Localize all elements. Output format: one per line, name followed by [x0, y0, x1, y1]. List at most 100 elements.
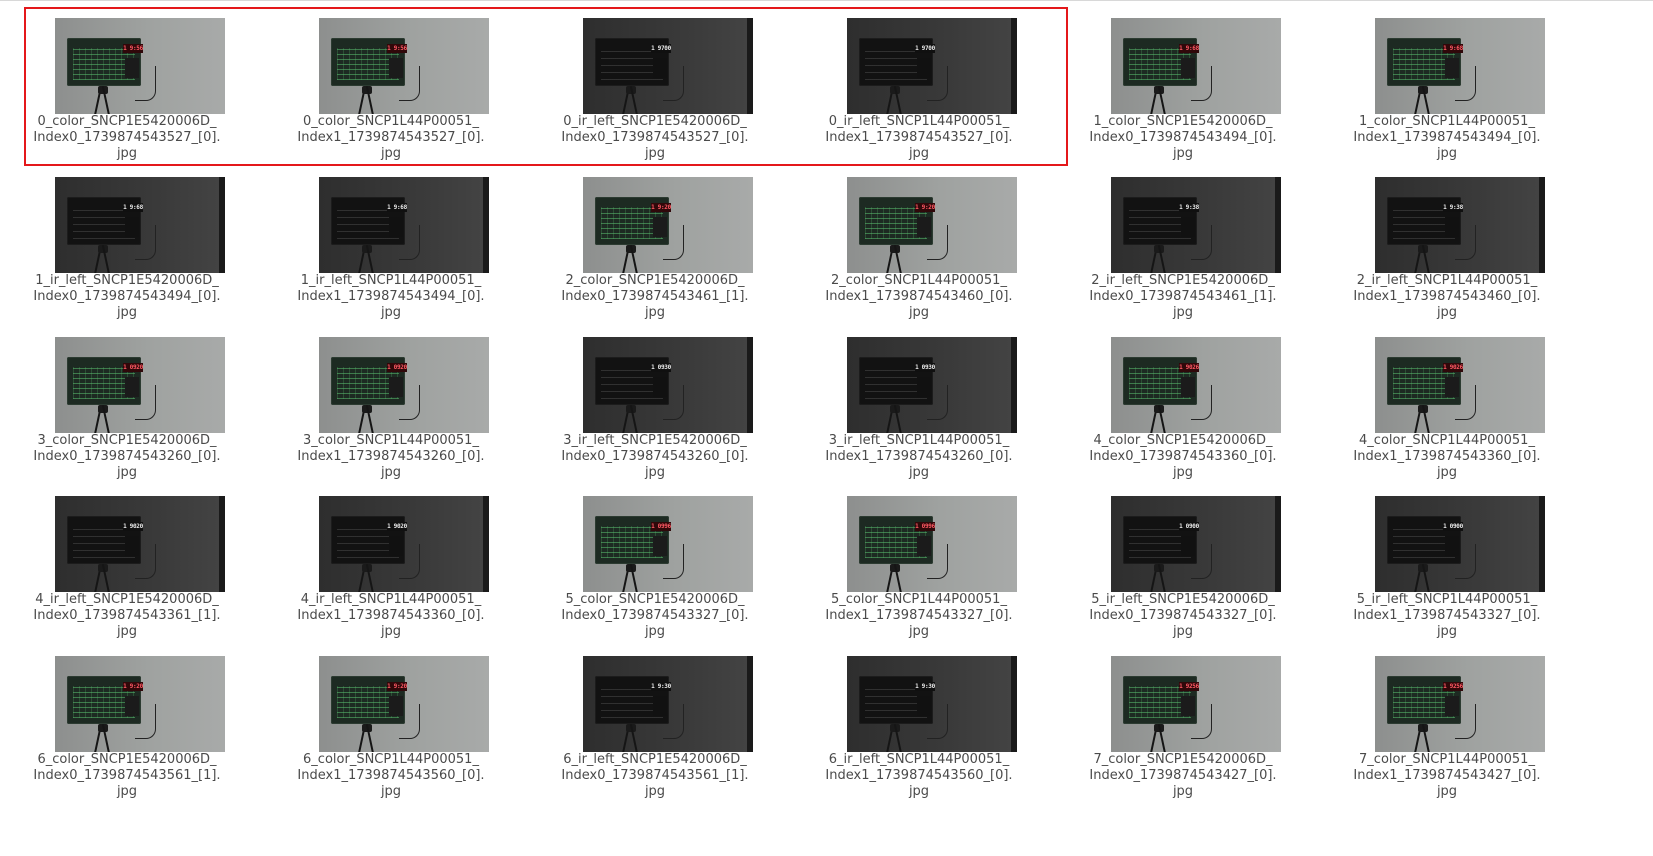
- thumbnail-cable: [135, 544, 156, 579]
- file-item[interactable]: 1 9:38 2_ir_left_SNCP1L44P00051_ Index1_1…: [1316, 177, 1578, 337]
- image-thumbnail[interactable]: 1 9256: [1111, 656, 1281, 752]
- thumbnail-tripod: [1151, 564, 1165, 592]
- file-item[interactable]: 1 9:20 6_color_SNCP1E5420006D_ Index0_173…: [0, 656, 258, 816]
- thumbnail-tripod: [887, 564, 901, 592]
- image-thumbnail[interactable]: 1 9:20: [55, 656, 225, 752]
- image-thumbnail[interactable]: 1 9:20: [847, 177, 1017, 273]
- image-thumbnail[interactable]: 1 9256: [1375, 656, 1545, 752]
- file-name-label: 2_color_SNCP1E5420006D_ Index0_173987454…: [561, 273, 749, 320]
- image-thumbnail[interactable]: 1 0900: [1375, 496, 1545, 592]
- thumbnail-cable: [1455, 544, 1476, 579]
- image-thumbnail[interactable]: 1 9:30: [583, 656, 753, 752]
- image-thumbnail[interactable]: 1 9:68: [1375, 18, 1545, 114]
- file-item[interactable]: 1 9020 4_ir_left_SNCP1E5420006D_ Index0_1…: [0, 496, 258, 656]
- thumbnail-tripod: [95, 86, 109, 114]
- thumbnail-display-readout: 1 9700: [651, 44, 671, 53]
- image-thumbnail[interactable]: 1 9:38: [1111, 177, 1281, 273]
- image-thumbnail[interactable]: 1 9:30: [847, 656, 1017, 752]
- image-thumbnail[interactable]: 1 0996: [847, 496, 1017, 592]
- file-item[interactable]: 1 9:30 6_ir_left_SNCP1L44P00051_ Index1_1…: [788, 656, 1050, 816]
- thumbnail-edge: [747, 656, 753, 752]
- file-item[interactable]: 1 9256 7_color_SNCP1E5420006D_ Index0_173…: [1052, 656, 1314, 816]
- image-thumbnail[interactable]: 1 0930: [583, 337, 753, 433]
- file-item[interactable]: 1 0900 5_ir_left_SNCP1L44P00051_ Index1_1…: [1316, 496, 1578, 656]
- file-name-label: 0_color_SNCP1E5420006D_ Index0_173987454…: [33, 114, 221, 161]
- file-item[interactable]: 1 9:38 2_ir_left_SNCP1E5420006D_ Index0_1…: [1052, 177, 1314, 337]
- file-item[interactable]: 1 9:68 1_color_SNCP1L44P00051_ Index1_173…: [1316, 18, 1578, 178]
- image-thumbnail[interactable]: 1 9020: [319, 496, 489, 592]
- file-name-label: 1_color_SNCP1L44P00051_ Index1_173987454…: [1353, 114, 1541, 161]
- file-item[interactable]: 1 0930 3_ir_left_SNCP1L44P00051_ Index1_1…: [788, 337, 1050, 497]
- file-item[interactable]: 1 0900 5_ir_left_SNCP1E5420006D_ Index0_1…: [1052, 496, 1314, 656]
- file-item[interactable]: 1 9:20 2_color_SNCP1E5420006D_ Index0_173…: [524, 177, 786, 337]
- file-item[interactable]: 1 9:56 0_color_SNCP1L44P00051_ Index1_173…: [260, 18, 522, 178]
- thumbnail-edge: [747, 18, 753, 114]
- file-item[interactable]: 1 9:30 6_ir_left_SNCP1E5420006D_ Index0_1…: [524, 656, 786, 816]
- thumbnail-cable: [399, 66, 420, 101]
- thumbnail-cable: [1191, 385, 1212, 420]
- file-icon-grid[interactable]: 1 9:56 0_color_SNCP1E5420006D_ Index0_173…: [0, 0, 1653, 856]
- file-item[interactable]: 1 9256 7_color_SNCP1L44P00051_ Index1_173…: [1316, 656, 1578, 816]
- file-item[interactable]: 1 9026 4_color_SNCP1L44P00051_ Index1_173…: [1316, 337, 1578, 497]
- image-thumbnail[interactable]: 1 9026: [1111, 337, 1281, 433]
- file-item[interactable]: 1 9700 0_ir_left_SNCP1E5420006D_ Index0_1…: [524, 18, 786, 178]
- thumbnail-cable: [399, 225, 420, 260]
- image-thumbnail[interactable]: 1 0920: [55, 337, 225, 433]
- file-item[interactable]: 1 0920 3_color_SNCP1E5420006D_ Index0_173…: [0, 337, 258, 497]
- file-item[interactable]: 1 9:68 1_ir_left_SNCP1E5420006D_ Index0_1…: [0, 177, 258, 337]
- file-item[interactable]: 1 0996 5_color_SNCP1E5420006D_ Index0_173…: [524, 496, 786, 656]
- file-name-label: 6_ir_left_SNCP1E5420006D_ Index0_1739874…: [561, 752, 749, 799]
- file-item[interactable]: 1 0996 5_color_SNCP1L44P00051_ Index1_173…: [788, 496, 1050, 656]
- file-item[interactable]: 1 0930 3_ir_left_SNCP1E5420006D_ Index0_1…: [524, 337, 786, 497]
- image-thumbnail[interactable]: 1 9:68: [1111, 18, 1281, 114]
- thumbnail-tripod: [1415, 564, 1429, 592]
- thumbnail-tripod: [1415, 245, 1429, 273]
- thumbnail-cable: [927, 66, 948, 101]
- image-thumbnail[interactable]: 1 9026: [1375, 337, 1545, 433]
- file-name-label: 0_ir_left_SNCP1E5420006D_ Index0_1739874…: [561, 114, 749, 161]
- image-thumbnail[interactable]: 1 0996: [583, 496, 753, 592]
- thumbnail-tripod: [95, 245, 109, 273]
- image-thumbnail[interactable]: 1 0930: [847, 337, 1017, 433]
- image-thumbnail[interactable]: 1 9020: [55, 496, 225, 592]
- image-thumbnail[interactable]: 1 0900: [1111, 496, 1281, 592]
- thumbnail-cable: [135, 385, 156, 420]
- image-thumbnail[interactable]: 1 9:20: [319, 656, 489, 752]
- image-thumbnail[interactable]: 1 9:38: [1375, 177, 1545, 273]
- thumbnail-cable: [135, 66, 156, 101]
- thumbnail-display-readout: 1 0900: [1443, 522, 1463, 531]
- file-name-label: 3_ir_left_SNCP1E5420006D_ Index0_1739874…: [561, 433, 749, 480]
- image-thumbnail[interactable]: 1 0920: [319, 337, 489, 433]
- file-item[interactable]: 1 9:68 1_ir_left_SNCP1L44P00051_ Index1_1…: [260, 177, 522, 337]
- thumbnail-cable: [1455, 225, 1476, 260]
- file-item[interactable]: 1 9700 0_ir_left_SNCP1L44P00051_ Index1_1…: [788, 18, 1050, 178]
- image-thumbnail[interactable]: 1 9700: [847, 18, 1017, 114]
- file-item[interactable]: 1 9:20 2_color_SNCP1L44P00051_ Index1_173…: [788, 177, 1050, 337]
- file-item[interactable]: 1 0920 3_color_SNCP1L44P00051_ Index1_173…: [260, 337, 522, 497]
- thumbnail-display-readout: 1 9026: [1443, 363, 1463, 372]
- thumbnail-tripod: [623, 245, 637, 273]
- thumbnail-display-readout: 1 9026: [1179, 363, 1199, 372]
- thumbnail-tripod: [1415, 724, 1429, 752]
- image-thumbnail[interactable]: 1 9:56: [55, 18, 225, 114]
- image-thumbnail[interactable]: 1 9:56: [319, 18, 489, 114]
- image-thumbnail[interactable]: 1 9:68: [55, 177, 225, 273]
- thumbnail-cable: [663, 704, 684, 739]
- file-item[interactable]: 1 9026 4_color_SNCP1E5420006D_ Index0_173…: [1052, 337, 1314, 497]
- image-thumbnail[interactable]: 1 9700: [583, 18, 753, 114]
- file-item[interactable]: 1 9:20 6_color_SNCP1L44P00051_ Index1_173…: [260, 656, 522, 816]
- thumbnail-edge: [1011, 18, 1017, 114]
- file-name-label: 4_ir_left_SNCP1E5420006D_ Index0_1739874…: [33, 592, 221, 639]
- thumbnail-cable: [1455, 385, 1476, 420]
- file-item[interactable]: 1 9:56 0_color_SNCP1E5420006D_ Index0_173…: [0, 18, 258, 178]
- image-thumbnail[interactable]: 1 9:20: [583, 177, 753, 273]
- thumbnail-edge: [1011, 337, 1017, 433]
- thumbnail-tripod: [359, 405, 373, 433]
- thumbnail-cable: [1455, 704, 1476, 739]
- thumbnail-display-readout: 1 9256: [1443, 682, 1463, 691]
- image-thumbnail[interactable]: 1 9:68: [319, 177, 489, 273]
- thumbnail-display-readout: 1 0920: [123, 363, 143, 372]
- file-item[interactable]: 1 9:68 1_color_SNCP1E5420006D_ Index0_173…: [1052, 18, 1314, 178]
- thumbnail-tripod: [359, 245, 373, 273]
- file-item[interactable]: 1 9020 4_ir_left_SNCP1L44P00051_ Index1_1…: [260, 496, 522, 656]
